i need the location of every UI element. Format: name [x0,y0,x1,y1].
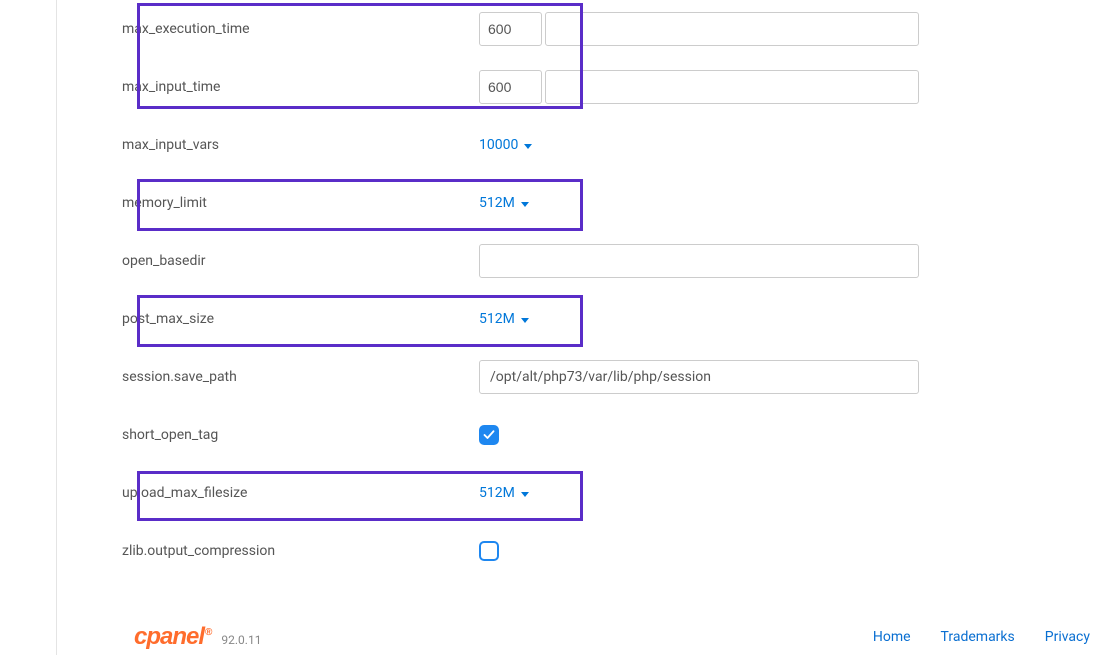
label-memory-limit: memory_limit [122,195,207,211]
label-post-max-size: post_max_size [122,311,214,327]
dropdown-post-max-size[interactable]: 512M [479,311,529,327]
dropdown-value-text: 10000 [479,137,518,153]
cpanel-logo: cPanel® [134,625,211,649]
input-max-execution-time-extra[interactable] [545,12,919,46]
checkbox-short-open-tag[interactable] [479,425,499,445]
setting-row-max-execution-time: max_execution_time [77,0,1080,58]
setting-row-post-max-size: post_max_size 512M [77,290,1080,348]
caret-down-icon [521,492,529,497]
caret-down-icon [521,318,529,323]
check-icon [483,429,495,441]
setting-row-memory-limit: memory_limit 512M [77,174,1080,232]
caret-down-icon [521,202,529,207]
label-max-input-vars: max_input_vars [122,137,219,153]
main-content: max_execution_time max_input_time max_in… [57,0,1100,655]
footer-link-privacy[interactable]: Privacy [1045,629,1090,645]
label-max-execution-time: max_execution_time [122,21,250,37]
label-zlib-output-compression: zlib.output_compression [122,543,275,559]
input-session-save-path[interactable] [479,360,919,394]
dropdown-value-text: 512M [479,311,515,327]
label-open-basedir: open_basedir [122,253,206,269]
input-max-input-time-extra[interactable] [545,70,919,104]
setting-row-upload-max-filesize: upload_max_filesize 512M [77,464,1080,522]
footer-left: cPanel® 92.0.11 [134,625,261,649]
dropdown-upload-max-filesize[interactable]: 512M [479,485,529,501]
input-open-basedir[interactable] [479,244,919,278]
caret-down-icon [524,144,532,149]
label-short-open-tag: short_open_tag [122,427,218,443]
php-settings-list: max_execution_time max_input_time max_in… [57,0,1100,600]
label-session-save-path: session.save_path [122,369,237,385]
dropdown-max-input-vars[interactable]: 10000 [479,137,532,153]
footer: cPanel® 92.0.11 Home Trademarks Privacy [134,609,1100,649]
setting-row-max-input-vars: max_input_vars 10000 [77,116,1080,174]
setting-row-short-open-tag: short_open_tag [77,406,1080,464]
footer-link-trademarks[interactable]: Trademarks [941,629,1015,645]
label-upload-max-filesize: upload_max_filesize [122,485,247,501]
footer-link-home[interactable]: Home [873,629,911,645]
checkbox-zlib-output-compression[interactable] [479,541,499,561]
setting-row-open-basedir: open_basedir [77,232,1080,290]
cpanel-version: 92.0.11 [221,633,261,649]
dropdown-value-text: 512M [479,195,515,211]
dropdown-memory-limit[interactable]: 512M [479,195,529,211]
dropdown-value-text: 512M [479,485,515,501]
setting-row-session-save-path: session.save_path [77,348,1080,406]
setting-row-max-input-time: max_input_time [77,58,1080,116]
input-max-execution-time[interactable] [479,12,542,46]
label-max-input-time: max_input_time [122,79,220,95]
input-max-input-time[interactable] [479,70,542,104]
footer-links: Home Trademarks Privacy [873,629,1090,649]
setting-row-zlib-output-compression: zlib.output_compression [77,522,1080,580]
